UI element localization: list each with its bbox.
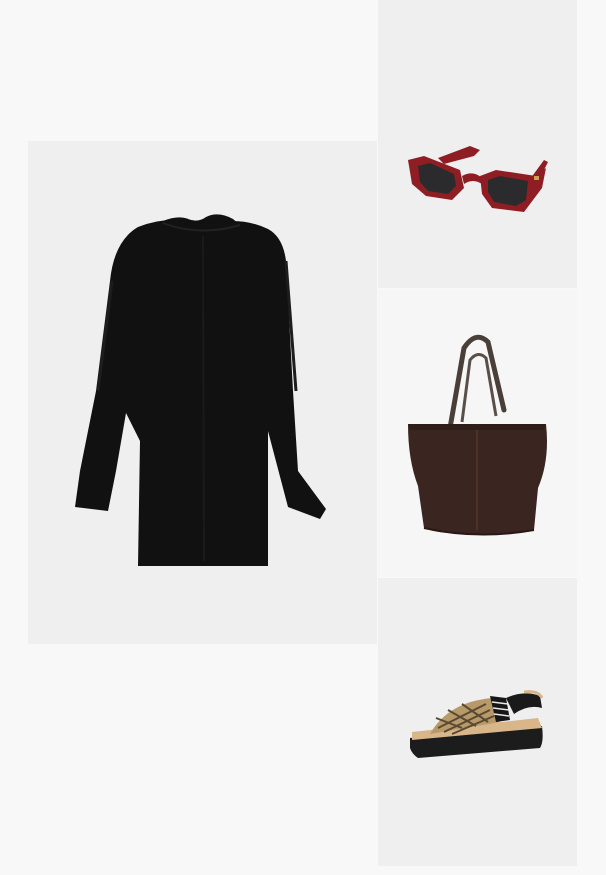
sunglasses-product-tile[interactable] <box>378 0 577 288</box>
tote-bag-product-tile[interactable] <box>378 290 577 577</box>
sandal-icon <box>410 690 544 758</box>
tote-bag-icon <box>408 334 547 536</box>
sandal-product-tile[interactable] <box>378 578 577 866</box>
dress-product-tile[interactable] <box>28 141 377 644</box>
sunglasses-icon <box>408 146 548 212</box>
black-dress-icon <box>75 214 326 566</box>
